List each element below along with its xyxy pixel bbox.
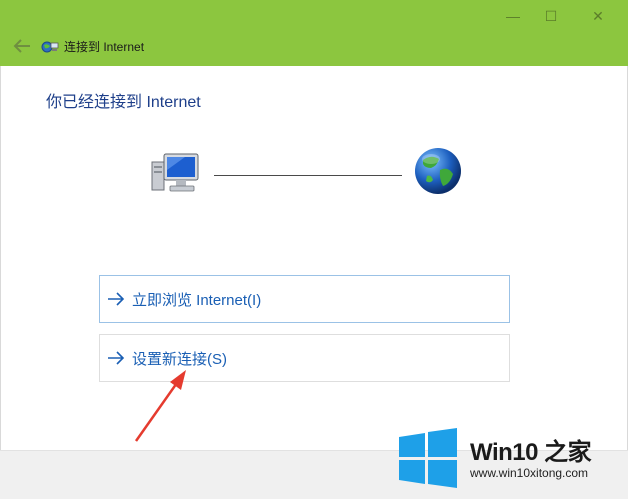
browse-internet-label: 立即浏览 Internet(I): [132, 291, 262, 309]
watermark-brand: Win10 之家: [470, 439, 592, 466]
network-connection-icon: [41, 41, 59, 53]
browse-internet-button[interactable]: 立即浏览 Internet(I): [99, 275, 510, 323]
computer-icon: [151, 153, 199, 192]
watermark-url: www.win10xitong.com: [470, 466, 589, 480]
connection-line: [214, 175, 402, 176]
arrow-right-icon: [108, 292, 125, 306]
content-area: [0, 66, 628, 450]
back-arrow-icon[interactable]: [12, 37, 32, 55]
close-button[interactable]: ✕: [575, 0, 621, 32]
page-heading: 你已经连接到 Internet: [46, 94, 201, 111]
windows-logo-icon: [399, 428, 457, 488]
globe-internet-icon: [415, 148, 461, 194]
window-title: 连接到 Internet: [64, 40, 145, 54]
arrow-right-icon: [108, 351, 125, 365]
title-bar: — ☐ ✕ 连接到 Internet: [0, 0, 628, 66]
setup-new-connection-button[interactable]: 设置新连接(S): [99, 334, 510, 382]
maximize-button[interactable]: ☐: [528, 0, 574, 32]
connect-internet-window: — ☐ ✕ 连接到 Internet 你已经连接到 Internet 立即浏览 …: [0, 0, 628, 499]
setup-new-connection-label: 设置新连接(S): [132, 350, 227, 368]
